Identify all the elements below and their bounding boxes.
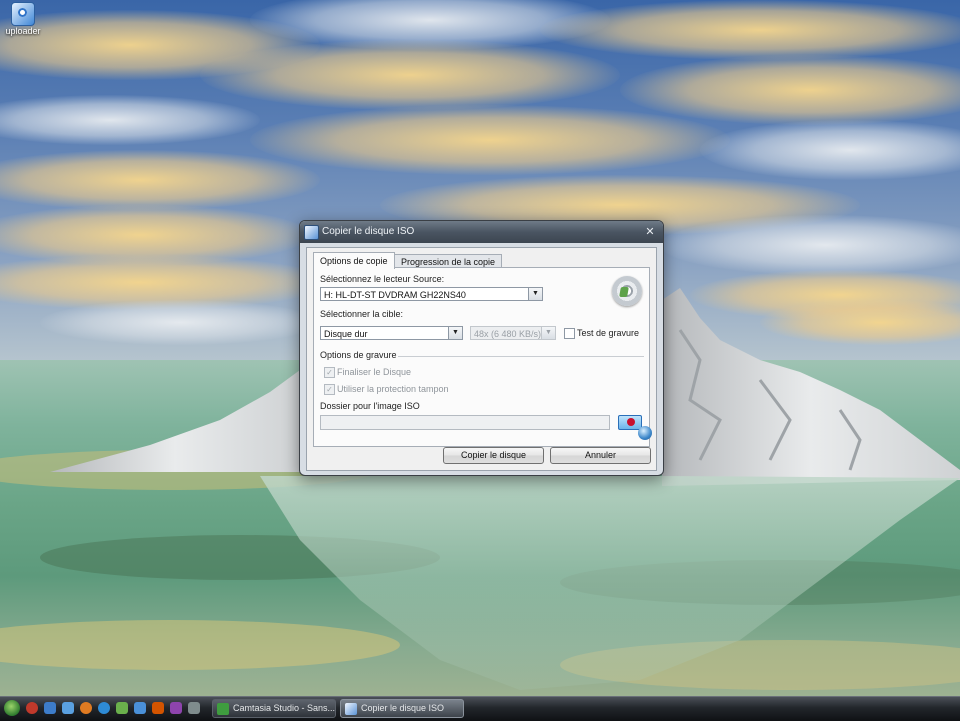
copy-iso-dialog: Copier le disque ISO ✕ Options de copie …	[299, 220, 664, 476]
source-drive-select[interactable]: H: HL-DT-ST DVDRAM GH22NS40 ▼	[320, 287, 543, 301]
copy-iso-icon	[345, 703, 357, 715]
quicklaunch-icon-3[interactable]	[62, 702, 74, 714]
test-burn-checkbox[interactable]	[564, 328, 575, 339]
source-label: Sélectionnez le lecteur Source:	[320, 274, 445, 284]
taskbar-button-label: Copier le disque ISO	[361, 703, 445, 713]
desktop-icon-label: uploader	[5, 26, 41, 36]
taskbar-button-label: Camtasia Studio - Sans...	[233, 703, 336, 713]
dialog-title: Copier le disque ISO	[322, 226, 415, 237]
camtasia-icon	[217, 703, 229, 715]
taskbar: Camtasia Studio - Sans... Copier le disq…	[0, 696, 960, 721]
target-select[interactable]: Disque dur ▼	[320, 326, 463, 340]
dialog-client: Options de copie Progression de la copie…	[306, 247, 657, 471]
quicklaunch-icon-1[interactable]	[26, 702, 38, 714]
quicklaunch-icon-7[interactable]	[134, 702, 146, 714]
finalize-label: Finaliser le Disque	[337, 367, 412, 377]
close-icon: ✕	[645, 226, 655, 238]
buffer-protection-label: Utiliser la protection tampon	[337, 384, 449, 394]
quicklaunch-icon-8[interactable]	[152, 702, 164, 714]
cancel-button[interactable]: Annuler	[550, 447, 651, 464]
chevron-down-icon: ▼	[448, 327, 462, 339]
quicklaunch-icon-2[interactable]	[44, 702, 56, 714]
buffer-protection-checkbox[interactable]: ✓	[324, 384, 335, 395]
target-value: Disque dur	[324, 329, 368, 339]
speed-value: 48x (6 480 KB/s)	[474, 329, 542, 339]
group-divider	[398, 356, 644, 357]
chevron-down-icon: ▼	[528, 288, 542, 300]
desktop-icon-uploader[interactable]: uploader	[0, 2, 46, 36]
quicklaunch-icon-6[interactable]	[116, 702, 128, 714]
tab-copy-options[interactable]: Options de copie	[313, 252, 395, 269]
record-icon	[627, 418, 635, 426]
start-button[interactable]	[4, 700, 20, 716]
target-label: Sélectionner la cible:	[320, 309, 404, 319]
browse-folder-button[interactable]	[618, 415, 642, 430]
source-drive-value: H: HL-DT-ST DVDRAM GH22NS40	[324, 290, 466, 300]
globe-icon	[638, 426, 652, 440]
uploader-icon	[11, 2, 35, 26]
speed-select[interactable]: 48x (6 480 KB/s) ▼	[470, 326, 556, 340]
tab-panel-copy-options: Sélectionnez le lecteur Source: H: HL-DT…	[313, 267, 652, 447]
iso-folder-input[interactable]	[320, 415, 610, 430]
close-button[interactable]: ✕	[643, 226, 657, 238]
quicklaunch-icon-10[interactable]	[188, 702, 200, 714]
taskbar-button-copy-iso[interactable]: Copier le disque ISO	[340, 699, 464, 718]
burn-options-label: Options de gravure	[320, 350, 397, 360]
ie-icon[interactable]	[98, 702, 110, 714]
taskbar-button-camtasia[interactable]: Camtasia Studio - Sans...	[212, 699, 336, 718]
copy-disc-button[interactable]: Copier le disque	[443, 447, 544, 464]
chevron-down-icon: ▼	[541, 327, 555, 339]
app-icon	[304, 225, 319, 240]
iso-folder-label: Dossier pour l'image ISO	[320, 401, 420, 411]
firefox-icon[interactable]	[80, 702, 92, 714]
disc-icon	[612, 276, 642, 306]
dialog-titlebar[interactable]: Copier le disque ISO ✕	[300, 221, 663, 243]
test-burn-label: Test de gravure	[577, 328, 640, 338]
finalize-checkbox[interactable]: ✓	[324, 367, 335, 378]
quicklaunch-icon-9[interactable]	[170, 702, 182, 714]
